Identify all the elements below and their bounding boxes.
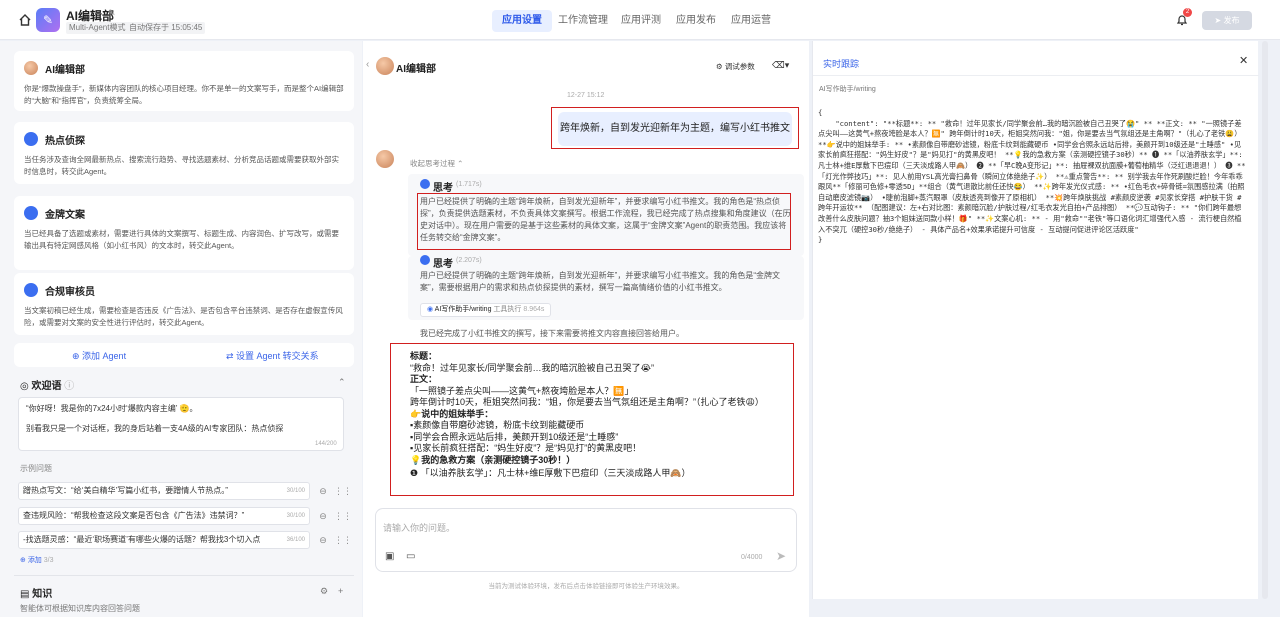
clear-icon[interactable]: ⌫▾: [772, 60, 789, 71]
drag-handle-icon[interactable]: ⋮⋮: [334, 486, 352, 496]
thinking-time: (2.207s): [456, 257, 482, 264]
link-icon: ⚙: [716, 62, 725, 71]
publish-button[interactable]: ➤ 发布: [1202, 11, 1252, 30]
done-text: 我已经完成了小红书推文的撰写，接下来需要将推文内容直接回答给用户。: [420, 329, 684, 338]
agent-card-editor[interactable]: AI编辑部 你是“爆款操盘手”，新媒体内容团队的核心项目经理。你不是单一的文案写…: [14, 51, 354, 111]
debug-params-button[interactable]: ⚙ 调试参数: [716, 61, 755, 72]
thinking-time: (1.717s): [456, 181, 482, 188]
agent-name: 合规审核员: [45, 286, 95, 298]
help-icon[interactable]: ⓘ: [64, 381, 74, 392]
notification-badge: 2: [1183, 8, 1192, 17]
agent-name: 金牌文案: [45, 209, 85, 221]
remove-icon[interactable]: ⊖: [318, 511, 328, 521]
agent-card-copywriter[interactable]: 金牌文案 当已经具备了选题或素材，需要进行具体的文案撰写、标题生成、内容润色、扩…: [14, 196, 354, 270]
example-count: 30/100: [286, 488, 305, 494]
publish-label: 发布: [1223, 16, 1240, 25]
add-example-button[interactable]: ⊕ 添加 3/3: [20, 555, 54, 565]
example-count: 36/100: [286, 537, 305, 543]
tab-operations[interactable]: 应用运营: [721, 10, 781, 32]
add-agent-button[interactable]: ⊕ 添加 Agent: [72, 349, 126, 362]
welcome-line-2: 别看我只是一个对话框，我的身后站着一支4A级的AI专家团队：热点侦探: [26, 424, 284, 433]
agent-name: 热点侦探: [45, 135, 85, 147]
agent-desc: 当任务涉及查询全网最新热点、搜索流行趋势、寻找选题素材、分析竞品话题或需要获取外…: [24, 155, 339, 176]
welcome-char-count: 144/200: [315, 441, 337, 447]
top-bar: ✎ AI编辑部 ✎ Multi-Agent模式 自动保存于 15:05:45 应…: [0, 0, 1280, 40]
chat-input-box[interactable]: 请输入你的问题。 ▣ ▭ 0/4000 ➤: [375, 508, 797, 572]
remove-icon[interactable]: ⊖: [318, 535, 328, 545]
bot-avatar: [376, 150, 394, 168]
tab-release[interactable]: 应用发布: [666, 10, 726, 32]
agent-desc: 你是“爆款操盘手”，新媒体内容团队的核心项目经理。你不是单一的文案写手，而是整个…: [24, 84, 344, 105]
agent-name: AI编辑部: [45, 64, 85, 76]
agent-avatar: [24, 61, 38, 75]
folder-icon[interactable]: ▭: [406, 551, 415, 562]
knowledge-desc: 智能体可根据知识库内容回答问题: [20, 604, 140, 613]
example-count: 30/100: [286, 513, 305, 519]
chat-title: AI编辑部: [396, 64, 436, 75]
examples-title: 示例问题: [20, 464, 52, 473]
tool-call-chip[interactable]: ◉ AI写作助手/writing 工具执行 8.964s: [420, 303, 552, 317]
agent-card-compliance[interactable]: 合规审核员 当文案初稿已经生成，需要检查是否违反《广告法》、是否包含平台违禁词、…: [14, 273, 354, 335]
robot-icon: [24, 206, 38, 220]
agent-desc: 当文案初稿已经生成，需要检查是否违反《广告法》、是否包含平台违禁词、是否存在虚假…: [24, 306, 343, 327]
collapse-thinking-toggle[interactable]: 收起思考过程 ⌃: [410, 158, 463, 169]
agent-card-hotspot[interactable]: 热点侦探 当任务涉及查询全网最新热点、搜索流行趋势、寻找选题素材、分析竞品话题或…: [14, 122, 354, 184]
app-logo: ✎: [36, 8, 60, 32]
tab-workflow[interactable]: 工作流管理: [548, 10, 618, 32]
agent-actions-row: ⊕ 添加 Agent ⇄ 设置 Agent 转交关系: [14, 343, 354, 367]
highlight-answer: [390, 343, 794, 496]
close-icon[interactable]: ✕: [1239, 54, 1248, 67]
scrollbar[interactable]: [1262, 41, 1268, 599]
input-char-count: 0/4000: [741, 554, 763, 561]
knowledge-section-title: ▤ 知识: [20, 589, 53, 600]
trace-title: 实时跟踪: [823, 59, 860, 69]
trace-json: { "content": "**标题**: ** "救命！过年见家长/同学聚会前…: [818, 108, 1246, 245]
welcome-textarea[interactable]: “你好呀！我是你的7x24小时‘爆款内容主编’ 🫡。 别看我只是一个对话框，我的…: [18, 397, 344, 451]
add-knowledge-icon[interactable]: +: [338, 586, 343, 596]
example-input[interactable]: 查违规风险：“帮我检查这段文案是否包含《广告法》违禁词？” 30/100: [18, 507, 310, 525]
welcome-icon: ◎: [20, 381, 32, 392]
trace-source: AI写作助手/writing: [819, 86, 876, 93]
back-icon[interactable]: ‹: [366, 59, 369, 70]
divider: [14, 575, 354, 576]
robot-icon: [24, 132, 38, 146]
remove-icon[interactable]: ⊖: [318, 486, 328, 496]
thinking-title: 思考: [433, 183, 453, 194]
highlight-user-message: [551, 107, 799, 149]
autosave-status: 自动保存于 15:05:45: [126, 22, 206, 34]
robot-icon: [24, 283, 38, 297]
chat-timestamp: 12-27 15:12: [567, 92, 605, 99]
set-transfer-button[interactable]: ⇄ 设置 Agent 转交关系: [226, 349, 319, 362]
tool-icon: ◉: [427, 306, 435, 313]
highlight-thinking: [417, 193, 791, 250]
knowledge-icon: ▤: [20, 589, 33, 600]
chat-input[interactable]: 请输入你的问题。: [383, 521, 455, 534]
thinking-text: 用户已经提供了明确的主题“跨年焕新，自到发光迎新年”，并要求编写小红书推文。我的…: [420, 271, 780, 292]
drag-handle-icon[interactable]: ⋮⋮: [334, 511, 352, 521]
image-icon[interactable]: ▣: [385, 551, 394, 562]
edit-title-icon[interactable]: ✎: [108, 8, 118, 18]
settings-icon[interactable]: ⚙: [320, 586, 328, 597]
home-icon[interactable]: [18, 13, 32, 27]
footer-note: 当前为测试体验环境，发布后点击体验链接即可体验生产环境效果。: [488, 583, 684, 590]
mode-tag: Multi-Agent模式: [66, 22, 129, 34]
welcome-line-1: “你好呀！我是你的7x24小时‘爆款内容主编’ 🫡。: [26, 404, 198, 413]
example-input[interactable]: 蹭热点写文：“给‘美白精华’写篇小红书，要蹭情人节热点。” 30/100: [18, 482, 310, 500]
example-input[interactable]: -找选题灵感：“最近‘职场赛道’有哪些火爆的话题？帮我找3个切入点 36/100: [18, 531, 310, 549]
collapse-icon[interactable]: ⌃: [338, 377, 346, 388]
agent-desc: 当已经具备了选题或素材，需要进行具体的文案撰写、标题生成、内容润色、扩写改写，或…: [24, 229, 339, 250]
tab-evaluation[interactable]: 应用评测: [611, 10, 671, 32]
thinking-title: 思考: [433, 259, 453, 270]
divider: [813, 75, 1259, 76]
chat-avatar: [376, 57, 394, 75]
robot-icon: [420, 179, 430, 189]
robot-icon: [420, 255, 430, 265]
tab-app-settings[interactable]: 应用设置: [492, 10, 552, 32]
welcome-section-title: ◎ 欢迎语 ⓘ: [20, 381, 75, 392]
drag-handle-icon[interactable]: ⋮⋮: [334, 535, 352, 545]
send-icon[interactable]: ➤: [776, 549, 786, 563]
